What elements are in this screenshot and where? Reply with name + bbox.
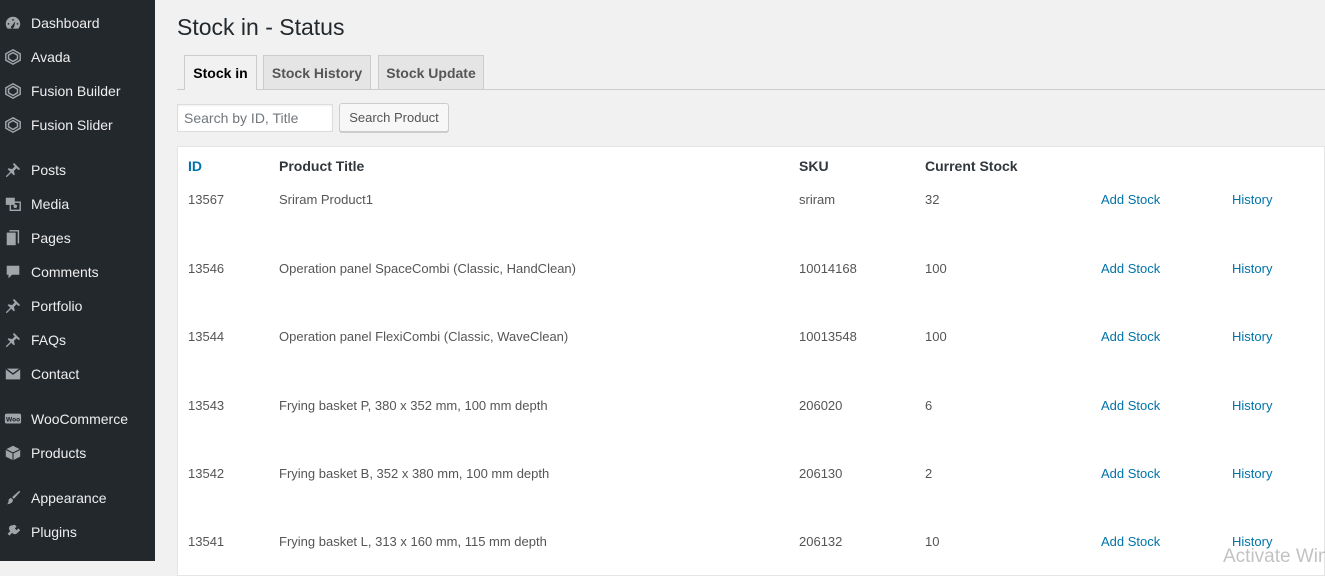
pin-icon (4, 161, 22, 179)
add-stock-link[interactable]: Add Stock (1101, 398, 1160, 413)
sidebar-item-posts[interactable]: Posts (0, 153, 155, 187)
sidebar-item-pages[interactable]: Pages (0, 221, 155, 255)
sidebar-item-label: Dashboard (31, 15, 100, 31)
woocommerce-icon: Woo (4, 410, 22, 428)
sidebar-item-label: Appearance (31, 490, 107, 506)
sidebar-item-dashboard[interactable]: Dashboard (0, 6, 155, 40)
cell-product-title: Operation panel SpaceCombi (Classic, Han… (279, 261, 576, 276)
sidebar-item-label: Media (31, 196, 70, 212)
sidebar-item-appearance[interactable]: Appearance (0, 481, 155, 515)
cell-product-title: Frying basket L, 313 x 160 mm, 115 mm de… (279, 534, 547, 549)
search-input[interactable] (177, 104, 333, 132)
column-header-current-stock: Current Stock (925, 158, 1018, 174)
tab-stock-in[interactable]: Stock in (184, 55, 257, 90)
sidebar-item-label: FAQs (31, 332, 67, 348)
history-link[interactable]: History (1232, 261, 1272, 276)
pin-icon (4, 297, 22, 315)
cell-sku: 206132 (799, 534, 843, 549)
pin-icon (4, 331, 22, 349)
history-link[interactable]: History (1232, 329, 1272, 344)
sidebar-item-faqs[interactable]: FAQs (0, 323, 155, 357)
cell-id: 13541 (188, 534, 225, 549)
tab-stock-history[interactable]: Stock History (263, 55, 371, 89)
plug-icon (4, 523, 22, 541)
column-header-sku: SKU (799, 158, 829, 174)
column-header-title: Product Title (279, 158, 365, 174)
sidebar-item-media[interactable]: Media (0, 187, 155, 221)
tab-stock-update[interactable]: Stock Update (378, 55, 484, 89)
cell-id: 13546 (188, 261, 225, 276)
fusion-slider-icon (4, 116, 22, 134)
sidebar-item-label: Products (31, 445, 87, 461)
sidebar-item-contact[interactable]: Contact (0, 357, 155, 391)
cell-id: 13543 (188, 398, 225, 413)
sidebar-item-plugins[interactable]: Plugins (0, 515, 155, 549)
sidebar-item-products[interactable]: Products (0, 436, 155, 470)
cell-sku: 10013548 (799, 329, 857, 344)
history-link[interactable]: History (1232, 398, 1272, 413)
sidebar-item-label: Contact (31, 366, 80, 382)
sidebar-item-comments[interactable]: Comments (0, 255, 155, 289)
add-stock-link[interactable]: Add Stock (1101, 261, 1160, 276)
sidebar-item-label: Portfolio (31, 298, 83, 314)
envelope-icon (4, 365, 22, 383)
cell-product-title: Sriram Product1 (279, 192, 373, 207)
sidebar-item-label: Plugins (31, 524, 77, 540)
sidebar-item-fusion-builder[interactable]: Fusion Builder (0, 74, 155, 108)
cell-sku: sriram (799, 192, 836, 207)
dashboard-icon (4, 14, 22, 32)
cell-product-title: Frying basket P, 380 x 352 mm, 100 mm de… (279, 398, 548, 413)
sidebar-item-label: Fusion Builder (31, 83, 121, 99)
fusion-builder-icon (4, 82, 22, 100)
activate-windows-watermark: Activate Windows (1223, 546, 1325, 567)
admin-sidebar: Dashboard Avada Fusion Builder Fusion Sl… (0, 0, 155, 561)
cell-current-stock: 32 (925, 192, 940, 207)
cell-product-title: Frying basket B, 352 x 380 mm, 100 mm de… (279, 466, 550, 481)
cell-product-title: Operation panel FlexiCombi (Classic, Wav… (279, 329, 569, 344)
sidebar-item-label: Avada (31, 49, 71, 65)
sidebar-item-avada[interactable]: Avada (0, 40, 155, 74)
cell-current-stock: 100 (925, 329, 947, 344)
brush-icon (4, 489, 22, 507)
stock-table: ID Product Title SKU Current Stock 13567… (177, 146, 1325, 576)
add-stock-link[interactable]: Add Stock (1101, 466, 1160, 481)
sidebar-item-label: Fusion Slider (31, 117, 113, 133)
media-icon (4, 195, 22, 213)
column-header-id[interactable]: ID (188, 158, 202, 174)
cell-sku: 206020 (799, 398, 843, 413)
sidebar-item-portfolio[interactable]: Portfolio (0, 289, 155, 323)
svg-text:Woo: Woo (6, 417, 20, 423)
cell-current-stock: 6 (925, 398, 933, 413)
avada-icon (4, 48, 22, 66)
history-link[interactable]: History (1232, 192, 1272, 207)
sidebar-item-fusion-slider[interactable]: Fusion Slider (0, 108, 155, 142)
pages-icon (4, 229, 22, 247)
sidebar-item-label: Posts (31, 162, 67, 178)
tabs-divider (177, 89, 1325, 90)
search-product-button[interactable]: Search Product (339, 103, 449, 132)
cell-current-stock: 100 (925, 261, 947, 276)
add-stock-link[interactable]: Add Stock (1101, 329, 1160, 344)
add-stock-link[interactable]: Add Stock (1101, 192, 1160, 207)
history-link[interactable]: History (1232, 466, 1272, 481)
sidebar-item-woocommerce[interactable]: Woo WooCommerce (0, 402, 155, 436)
sidebar-item-label: Comments (31, 264, 99, 280)
cell-sku: 10014168 (799, 261, 857, 276)
add-stock-link[interactable]: Add Stock (1101, 534, 1160, 549)
cell-id: 13567 (188, 192, 225, 207)
sidebar-item-label: WooCommerce (31, 411, 128, 427)
cell-current-stock: 10 (925, 534, 940, 549)
cell-id: 13542 (188, 466, 225, 481)
comment-icon (4, 263, 22, 281)
box-icon (4, 444, 22, 462)
cell-current-stock: 2 (925, 466, 933, 481)
sidebar-item-label: Pages (31, 230, 71, 246)
cell-id: 13544 (188, 329, 225, 344)
cell-sku: 206130 (799, 466, 843, 481)
main-content: Stock in - Status Stock in Stock History… (155, 0, 1325, 576)
page-title: Stock in - Status (177, 14, 345, 40)
